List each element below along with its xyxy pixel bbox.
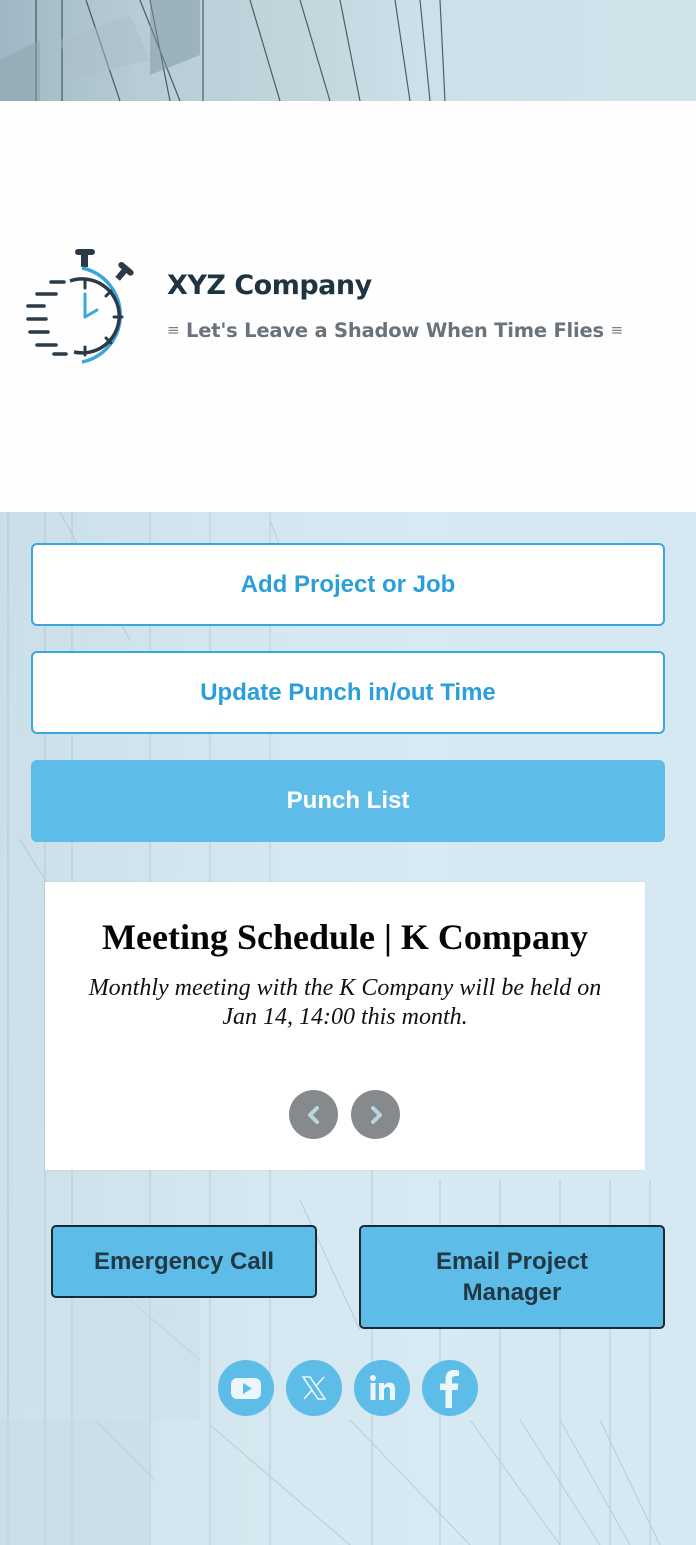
slide-title: Meeting Schedule | K Company: [102, 917, 588, 957]
chevron-right-icon: [370, 1105, 382, 1124]
linkedin-link[interactable]: [354, 1360, 410, 1416]
add-project-button[interactable]: Add Project or Job: [31, 543, 665, 626]
tagline-decoration-right: ≡: [610, 321, 624, 339]
update-punch-time-button[interactable]: Update Punch in/out Time: [31, 651, 665, 734]
emergency-call-label: Emergency Call: [93, 1248, 275, 1275]
slider-prev-button[interactable]: [289, 1090, 338, 1139]
x-twitter-icon: [301, 1376, 327, 1400]
punch-list-button[interactable]: Punch List: [31, 760, 665, 842]
header-banner-image: [0, 0, 696, 101]
chevron-left-icon: [307, 1105, 319, 1124]
add-project-label: Add Project or Job: [240, 570, 456, 598]
facebook-link[interactable]: [422, 1360, 478, 1416]
email-project-manager-label: Email Project Manager: [435, 1248, 589, 1306]
slider-next-button[interactable]: [351, 1090, 400, 1139]
youtube-link[interactable]: [218, 1360, 274, 1416]
tagline: ≡ Let's Leave a Shadow When Time Flies ≡: [167, 319, 623, 342]
announcement-slider: Meeting Schedule | K Company Monthly mee…: [45, 882, 645, 1170]
tagline-text: Let's Leave a Shadow When Time Flies: [185, 319, 604, 342]
x-twitter-link[interactable]: [286, 1360, 342, 1416]
stopwatch-icon: [22, 244, 136, 366]
company-name: XYZ Company: [167, 270, 372, 301]
emergency-call-button[interactable]: Emergency Call: [51, 1225, 317, 1298]
email-project-manager-button[interactable]: Email Project Manager: [359, 1225, 665, 1329]
punch-list-label: Punch List: [286, 787, 410, 814]
slide-body: Monthly meeting with the K Company will …: [88, 975, 602, 1030]
update-punch-label: Update Punch in/out Time: [200, 678, 496, 706]
facebook-icon: [440, 1370, 459, 1408]
tagline-decoration-left: ≡: [167, 321, 180, 339]
linkedin-icon: [370, 1375, 395, 1400]
youtube-icon: [231, 1378, 261, 1399]
